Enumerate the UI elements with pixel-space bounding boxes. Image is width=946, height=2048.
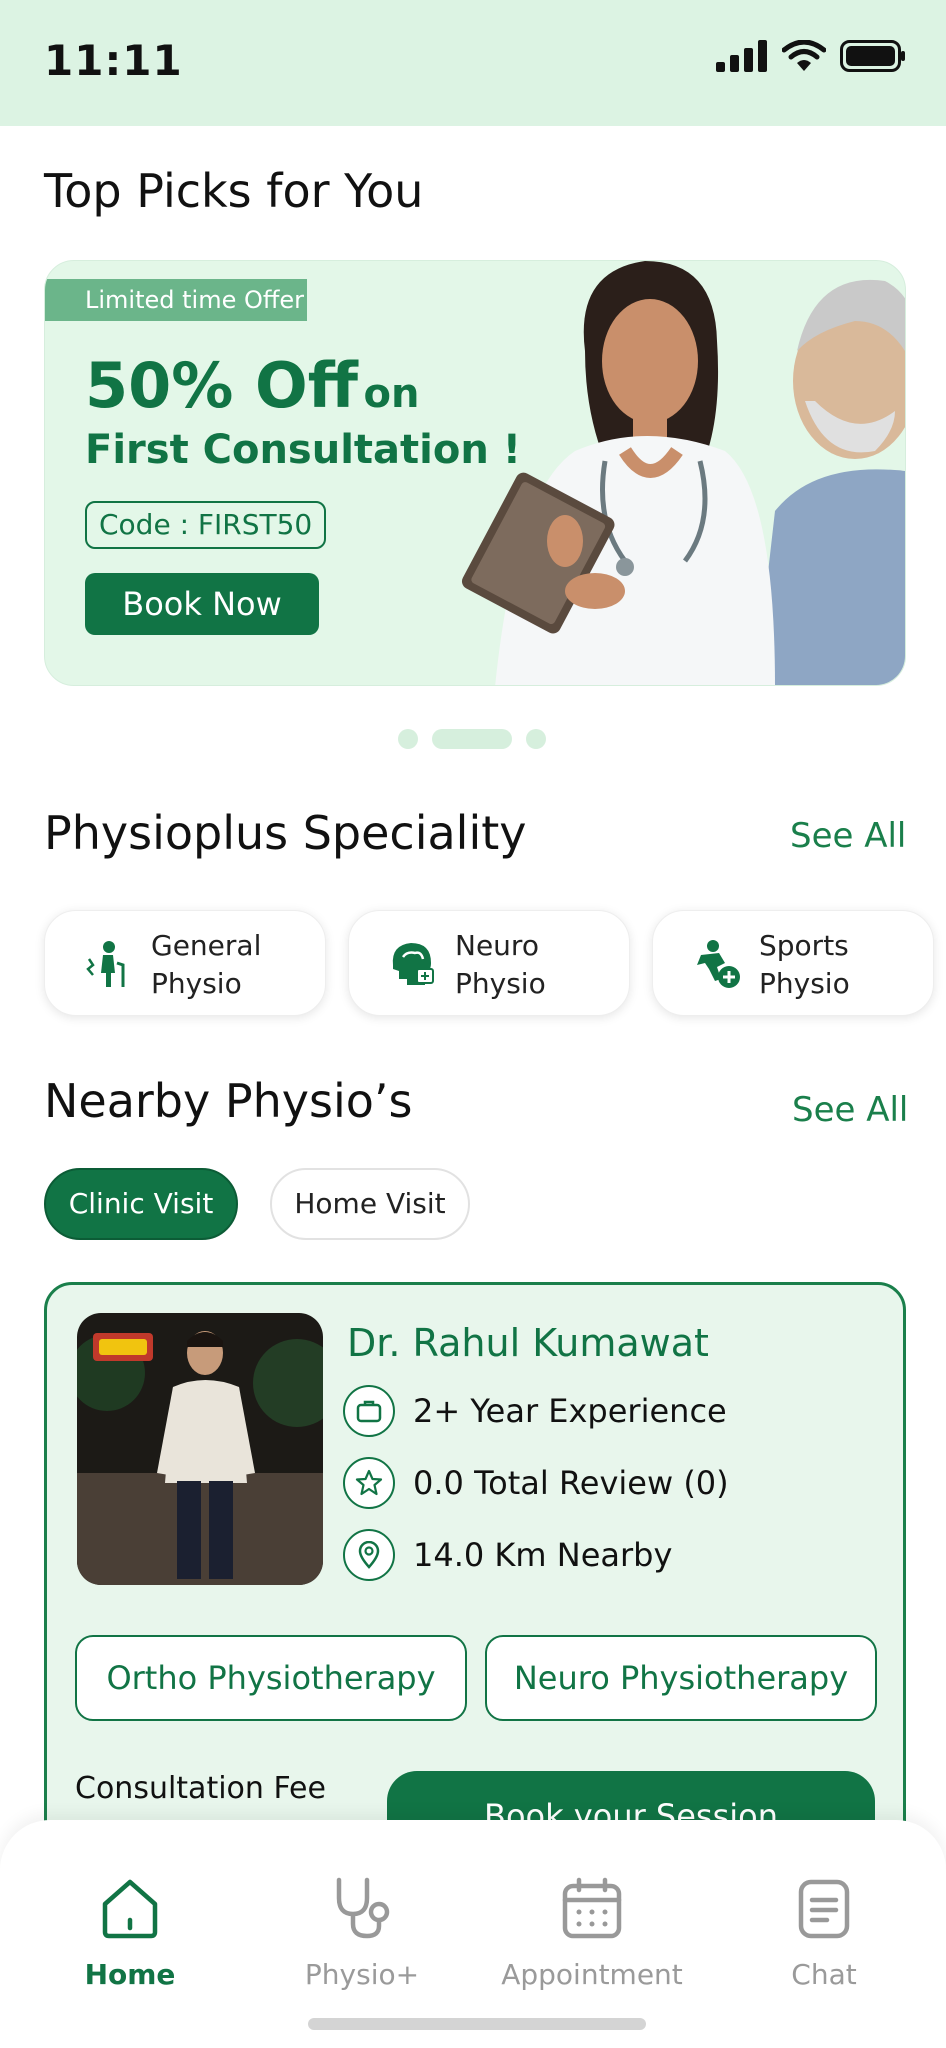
chat-icon [798, 1879, 850, 1939]
consultation-fee-label: Consultation Fee [75, 1771, 326, 1806]
offer-banner[interactable]: Limited time Offer 50% Off on First Cons… [44, 260, 906, 686]
carousel-dot-active[interactable] [432, 729, 512, 749]
status-time: 11:11 [44, 36, 183, 85]
speciality-general-physio[interactable]: General Physio [44, 910, 326, 1016]
ortho-physiotherapy-tag[interactable]: Ortho Physiotherapy [75, 1635, 467, 1721]
cellular-signal-icon [716, 40, 767, 72]
carousel-dot[interactable] [398, 729, 418, 749]
doctor-distance: 14.0 Km Nearby [343, 1529, 672, 1581]
nav-physio-plus[interactable]: Physio+ [262, 1874, 462, 1991]
nav-chat[interactable]: Chat [724, 1874, 924, 1991]
offer-on: on [363, 371, 420, 417]
stethoscope-icon [336, 1877, 390, 1939]
speciality-label-line1: Sports [759, 929, 849, 962]
neuro-physiotherapy-tag[interactable]: Neuro Physiotherapy [485, 1635, 877, 1721]
speciality-neuro-physio[interactable]: Neuro Physio [348, 910, 630, 1016]
nav-label: Physio+ [304, 1958, 420, 1991]
status-bar: 11:11 [0, 0, 946, 126]
speciality-sports-physio[interactable]: Sports Physio [652, 910, 934, 1016]
doctor-name: Dr. Rahul Kumawat [347, 1321, 709, 1365]
speciality-label-line2: Physio [455, 967, 546, 1000]
top-picks-title: Top Picks for You [44, 164, 424, 218]
carousel-dot[interactable] [526, 729, 546, 749]
review-text: 0.0 Total Review (0) [413, 1464, 729, 1502]
experience-text: 2+ Year Experience [413, 1392, 727, 1430]
speciality-label: Neuro Physio [455, 927, 546, 1003]
speciality-label-line2: Physio [151, 967, 242, 1000]
calendar-icon [562, 1877, 622, 1939]
bottom-navigation: Home Physio+ Appointment Chat [0, 1820, 946, 2048]
nearby-title: Nearby Physio’s [44, 1074, 413, 1128]
doctor-patient-illustration [461, 261, 905, 685]
home-icon [102, 1879, 158, 1939]
offer-tag: Limited time Offer [45, 279, 307, 321]
nav-label: Chat [791, 1958, 857, 1991]
doctor-experience: 2+ Year Experience [343, 1385, 727, 1437]
home-indicator [308, 2018, 646, 2030]
battery-icon [840, 40, 905, 72]
location-pin-icon [343, 1529, 395, 1581]
wifi-icon [782, 40, 826, 71]
book-now-button[interactable]: Book Now [85, 573, 319, 635]
distance-text: 14.0 Km Nearby [413, 1536, 673, 1574]
clinic-visit-chip[interactable]: Clinic Visit [44, 1168, 238, 1240]
speciality-title: Physioplus Speciality [44, 806, 527, 860]
elderly-person-icon [86, 941, 125, 987]
speciality-label-line1: Neuro [455, 929, 539, 962]
speciality-see-all-link[interactable]: See All [790, 816, 906, 856]
nav-label: Home [84, 1958, 176, 1991]
speciality-label: General Physio [151, 927, 261, 1003]
nav-appointment[interactable]: Appointment [492, 1874, 692, 1991]
brain-head-icon [392, 943, 434, 985]
speciality-label: Sports Physio [759, 927, 850, 1003]
speciality-label-line2: Physio [759, 967, 850, 1000]
doctor-review: 0.0 Total Review (0) [343, 1457, 729, 1509]
nearby-see-all-link[interactable]: See All [792, 1090, 908, 1130]
carousel-dots [398, 729, 546, 749]
doctor-card[interactable]: Dr. Rahul Kumawat 2+ Year Experience 0.0… [44, 1282, 906, 1902]
offer-headline: 50% Off on [85, 349, 419, 422]
star-icon [343, 1457, 395, 1509]
status-icons [716, 40, 906, 72]
promo-code: Code : FIRST50 [85, 501, 327, 549]
briefcase-icon [343, 1385, 395, 1437]
doctor-photo [77, 1313, 323, 1585]
sports-injury-icon [697, 940, 740, 988]
nav-label: Appointment [501, 1958, 683, 1991]
speciality-label-line1: General [151, 929, 262, 962]
nav-home[interactable]: Home [30, 1874, 230, 1991]
offer-discount: 50% Off [85, 349, 358, 422]
home-visit-chip[interactable]: Home Visit [270, 1168, 470, 1240]
